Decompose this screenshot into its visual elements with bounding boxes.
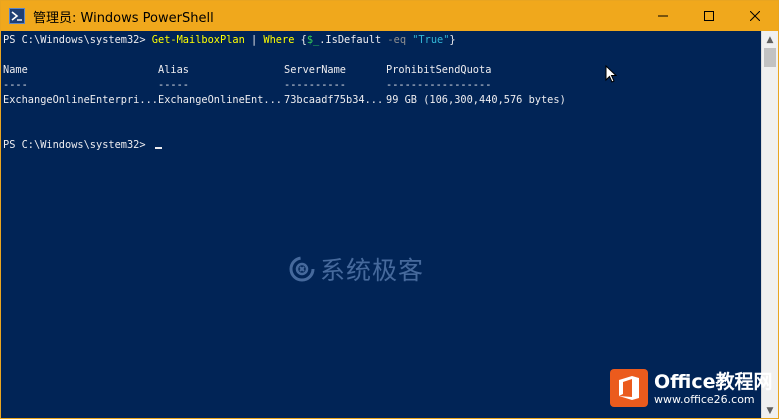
cell-quota: 99 GB (106,300,440,576 bytes)	[386, 94, 566, 106]
branding-text: Office教程网 www.office26.com	[654, 371, 773, 406]
header-name: Name	[3, 64, 28, 76]
header-quota: ProhibitSendQuota	[386, 64, 492, 76]
separator-row: ---- ----- ---------- -----------------	[3, 78, 762, 93]
string-value: "True"	[412, 34, 450, 46]
branding-url: www.office26.com	[654, 392, 755, 406]
close-icon	[750, 11, 760, 21]
console-output[interactable]: PS C:\Windows\system32> Get-MailboxPlan …	[1, 31, 762, 418]
brace-open: {	[294, 34, 307, 46]
chevron-up-icon: ▲	[766, 34, 774, 45]
table-row: ExchangeOnlineEnterpri... ExchangeOnline…	[3, 93, 762, 108]
watermark: 系统极客	[288, 251, 424, 287]
header-servername: ServerName	[284, 64, 346, 76]
title-bar[interactable]: 管理员: Windows PowerShell	[1, 1, 778, 31]
header-row: Name Alias ServerName ProhibitSendQuota	[3, 63, 762, 78]
window-controls	[640, 1, 778, 31]
header-alias: Alias	[158, 64, 189, 76]
minimize-icon	[658, 15, 668, 17]
scrollbar-thumb[interactable]	[764, 48, 776, 67]
text-cursor	[154, 147, 162, 149]
office-logo-icon	[610, 369, 648, 407]
watermark-text: 系统极客	[320, 256, 425, 285]
property-text: .IsDefault	[319, 34, 382, 46]
window-title: 管理员: Windows PowerShell	[33, 10, 214, 26]
swirl-logo-icon	[289, 256, 315, 282]
powershell-window: 管理员: Windows PowerShell PS C:\Windows\sy…	[0, 0, 779, 419]
pipe-text: |	[244, 34, 264, 46]
maximize-button[interactable]	[686, 1, 732, 31]
variable-text: $_	[306, 34, 320, 46]
brace-close: }	[449, 34, 456, 46]
command-line: PS C:\Windows\system32> Get-MailboxPlan …	[3, 33, 762, 48]
cmdlet-text: Get-MailboxPlan	[151, 34, 245, 46]
separator: -----------------	[386, 79, 492, 91]
prompt: PS C:\Windows\system32>	[3, 139, 152, 151]
cell-name: ExchangeOnlineEnterpri...	[3, 94, 158, 106]
separator: ----	[3, 79, 28, 91]
minimize-button[interactable]	[640, 1, 686, 31]
mouse-pointer-icon	[605, 65, 617, 83]
vertical-scrollbar[interactable]: ▲ ▼	[761, 31, 778, 418]
separator: ----------	[284, 79, 346, 91]
close-button[interactable]	[732, 1, 778, 31]
branding-title: Office教程网	[654, 370, 773, 393]
chevron-down-icon: ▼	[766, 405, 774, 416]
cell-alias: ExchangeOnlineEnt...	[158, 94, 282, 106]
cell-servername: 73bcaadf75b34...	[284, 94, 384, 106]
input-line[interactable]: PS C:\Windows\system32>	[3, 138, 762, 153]
where-text: Where	[263, 34, 295, 46]
office-branding: Office教程网 www.office26.com	[610, 369, 773, 407]
maximize-icon	[704, 11, 714, 21]
separator: -----	[158, 79, 189, 91]
powershell-icon[interactable]	[9, 8, 25, 24]
operator-text: -eq	[381, 34, 413, 46]
prompt: PS C:\Windows\system32>	[3, 34, 152, 46]
scroll-up-button[interactable]: ▲	[762, 31, 778, 48]
